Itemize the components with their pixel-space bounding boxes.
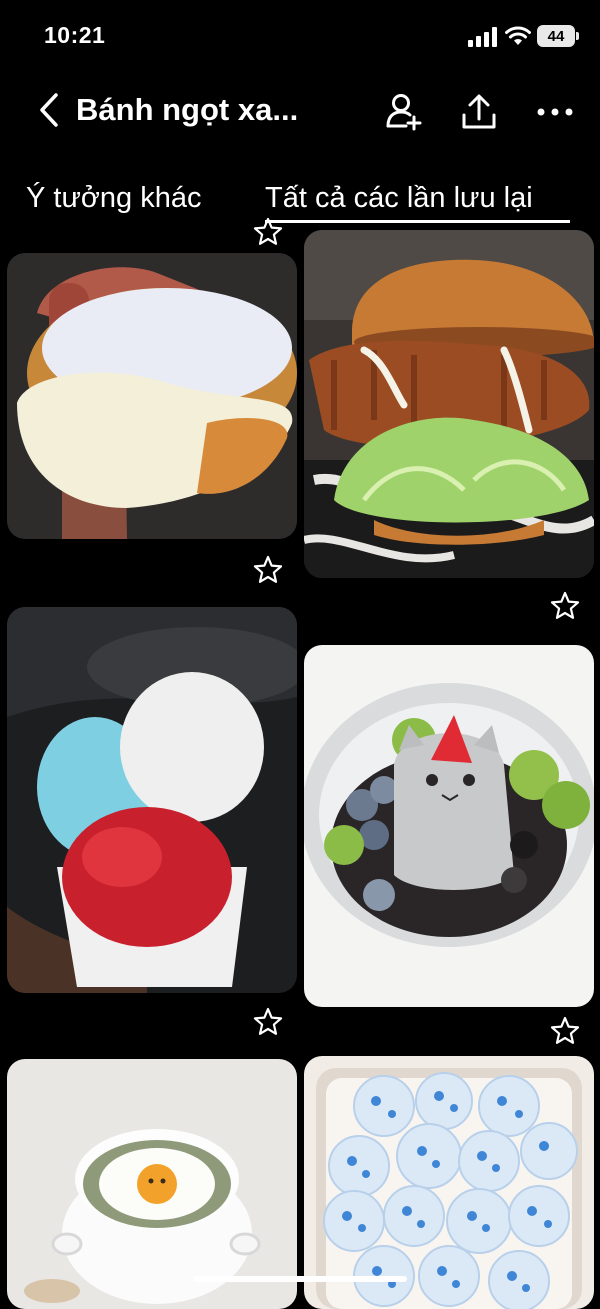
pin-image-cat-dessert [304,645,594,1007]
battery-icon: 44 [537,25,575,47]
star-icon[interactable] [550,591,580,621]
star-icon[interactable] [253,1007,283,1037]
pin-image-mochi [304,1056,594,1309]
board-tabs: Ý tưởng khác Tất cả các lần lưu lại [0,176,600,228]
back-chevron-icon[interactable] [36,92,62,128]
pin-card[interactable] [7,1059,297,1309]
more-icon[interactable] [535,92,575,132]
pin-image-burger [304,230,594,578]
board-header: Bánh ngọt xa... [0,80,600,144]
battery-nub [576,32,579,40]
pin-card[interactable] [304,645,594,1007]
tab-more-ideas[interactable]: Ý tưởng khác [26,182,201,215]
star-icon[interactable] [253,217,283,247]
pin-image-ice-cream [7,607,297,993]
pin-image-egg-bowl [7,1059,297,1309]
home-indicator[interactable] [193,1276,407,1282]
active-tab-underline [265,220,570,223]
star-icon[interactable] [550,1016,580,1046]
tab-all-saves[interactable]: Tất cả các lần lưu lại [265,182,533,215]
status-time: 10:21 [44,22,106,48]
pin-card[interactable] [304,1056,594,1309]
star-icon[interactable] [253,555,283,585]
pin-card[interactable] [7,253,297,539]
pin-card[interactable] [304,230,594,578]
add-collaborator-icon[interactable] [384,92,424,132]
share-icon[interactable] [459,92,499,132]
wifi-icon [505,26,531,45]
status-bar: 10:21 44 [0,0,600,72]
cellular-signal-icon [468,27,497,47]
battery-level: 44 [547,27,565,45]
pin-image-donut [7,253,297,539]
pin-card[interactable] [7,607,297,993]
board-title: Bánh ngọt xa... [76,92,299,127]
